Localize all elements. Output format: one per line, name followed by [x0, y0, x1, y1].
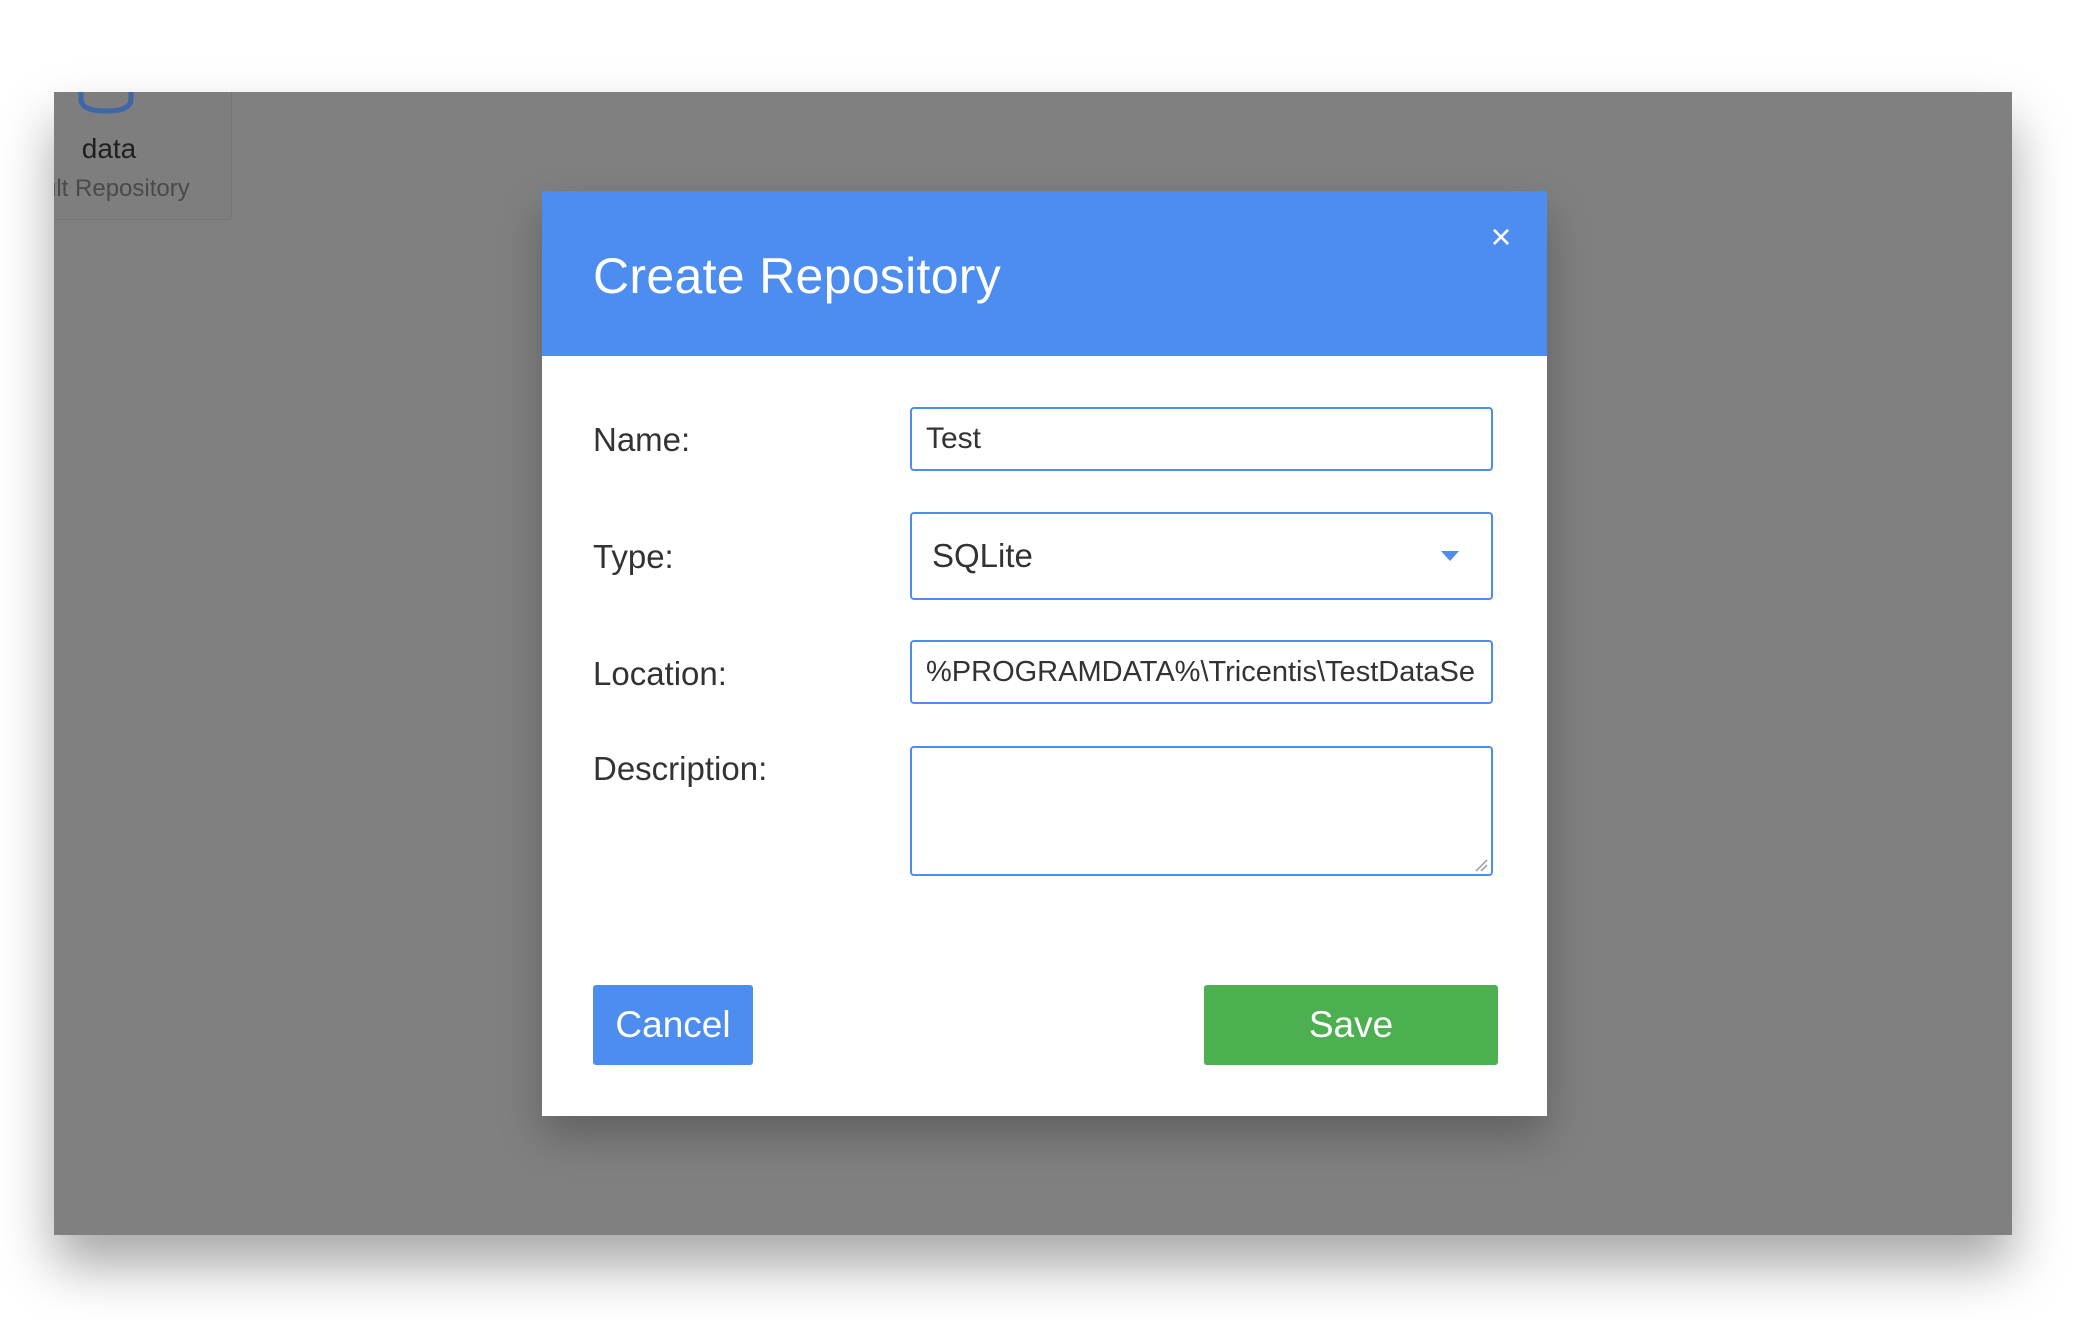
location-input[interactable] [910, 640, 1493, 704]
type-select[interactable]: SQLite [910, 512, 1493, 600]
repository-card[interactable]: data ult Repository [54, 92, 232, 220]
database-icon [78, 92, 134, 114]
location-label: Location: [593, 655, 727, 692]
resize-grip-icon[interactable] [1474, 858, 1488, 872]
description-label: Description: [593, 750, 768, 787]
repository-subtitle: ult Repository [54, 175, 190, 202]
create-repository-dialog: Create Repository × Name: Type: SQLite L… [542, 191, 1547, 1116]
dialog-header: Create Repository × [542, 191, 1547, 356]
description-textarea[interactable] [910, 746, 1493, 876]
name-input[interactable] [910, 407, 1493, 471]
type-label: Type: [593, 538, 674, 575]
type-selected-value: SQLite [932, 537, 1033, 574]
dialog-title: Create Repository [593, 248, 1002, 304]
repository-name: data [81, 133, 137, 164]
close-icon[interactable]: × [1483, 219, 1519, 255]
cancel-button[interactable]: Cancel [593, 985, 753, 1065]
name-label: Name: [593, 421, 691, 458]
save-button[interactable]: Save [1204, 985, 1498, 1065]
chevron-down-icon [1441, 551, 1459, 561]
